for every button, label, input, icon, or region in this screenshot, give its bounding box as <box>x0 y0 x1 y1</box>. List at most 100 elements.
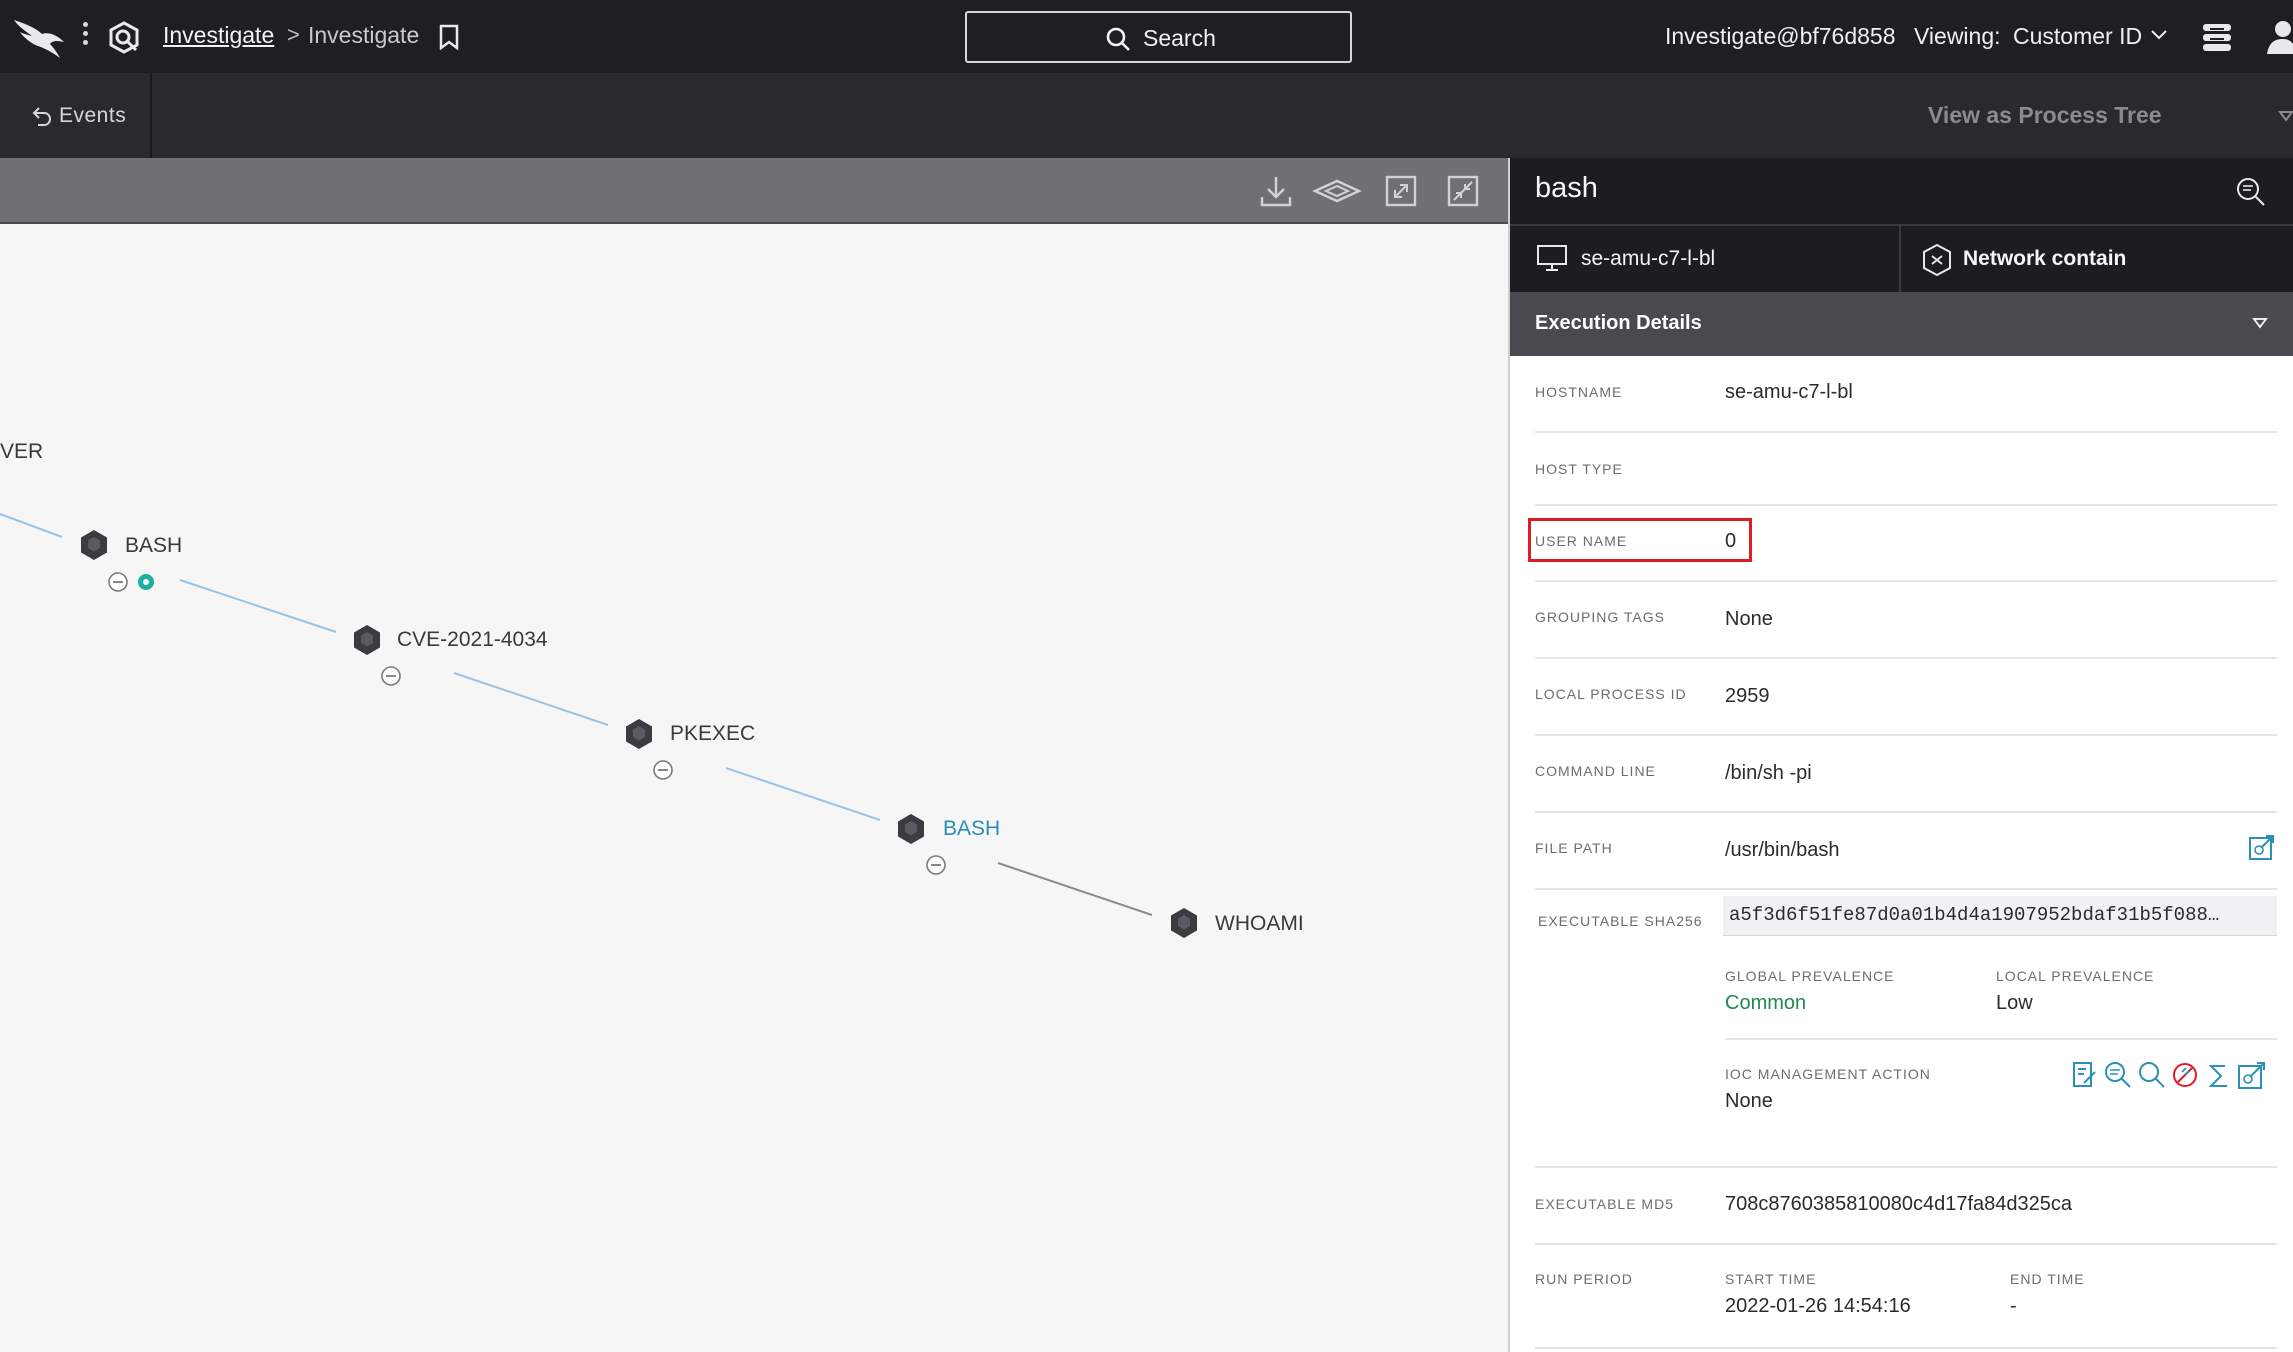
field-label: RUN PERIOD <box>1535 1271 1633 1287</box>
graph-edge <box>725 767 881 821</box>
person-icon[interactable] <box>2265 18 2293 56</box>
more-menu-icon[interactable] <box>78 22 92 52</box>
events-back-button[interactable]: Events <box>0 73 152 158</box>
field-row-file-path: FILE PATH /usr/bin/bash <box>1535 813 2277 890</box>
process-node-bash-selected[interactable] <box>898 814 924 844</box>
user-account[interactable]: Investigate@bf76d858 <box>1665 23 1896 50</box>
local-prevalence-value: Low <box>1996 992 2033 1014</box>
external-link-icon[interactable] <box>2248 833 2276 861</box>
field-value: /usr/bin/bash <box>1725 839 1840 861</box>
process-details-panel: bash se-amu-c7-l-bl Network contain Exec… <box>1508 158 2293 1352</box>
back-arrow-icon <box>32 107 52 126</box>
global-prevalence-label: GLOBAL PREVALENCE <box>1725 968 1895 984</box>
field-label: EXECUTABLE SHA256 <box>1538 913 1703 929</box>
bookmark-icon[interactable] <box>438 24 460 50</box>
field-label: GROUPING TAGS <box>1535 609 1665 625</box>
top-navigation-bar: Investigate > Investigate Search Investi… <box>0 0 2293 73</box>
field-row-local-process-id: LOCAL PROCESS ID 2959 <box>1535 659 2277 736</box>
process-graph <box>0 513 1197 938</box>
ioc-action-icons <box>2071 1060 2271 1094</box>
global-prevalence-value: Common <box>1725 992 1807 1014</box>
breadcrumb-investigate-link[interactable]: Investigate <box>163 22 274 49</box>
monitor-icon <box>1537 245 1567 271</box>
field-row-command-line: COMMAND LINE /bin/sh -pi <box>1535 736 2277 813</box>
graph-edge <box>453 672 609 726</box>
graph-edge <box>0 513 63 538</box>
process-node-whoami[interactable] <box>1171 908 1197 938</box>
collapse-node-icon[interactable] <box>108 572 128 592</box>
collapse-node-icon[interactable] <box>653 760 673 780</box>
viewing-label: Viewing: <box>1914 23 2001 49</box>
process-node-cve-2021-4034[interactable] <box>354 625 380 655</box>
search-button[interactable]: Search <box>965 11 1352 63</box>
expand-icon[interactable] <box>1382 172 1420 210</box>
end-time-label: END TIME <box>2010 1271 2085 1287</box>
local-prevalence-label: LOCAL PREVALENCE <box>1996 968 2155 984</box>
node-label[interactable]: VER <box>0 440 43 464</box>
field-label: LOCAL PROCESS ID <box>1535 686 1687 702</box>
search-icon[interactable] <box>2137 1060 2167 1090</box>
process-graph-canvas[interactable]: VER BASH CVE-2021-4034 PKEXEC BASH WHOAM… <box>0 224 1508 1352</box>
network-contain-label: Network contain <box>1963 247 2127 270</box>
search-label: Search <box>1143 25 1216 51</box>
node-label[interactable]: PKEXEC <box>670 722 755 746</box>
host-button[interactable]: se-amu-c7-l-bl <box>1510 226 1901 292</box>
graph-edge <box>997 862 1153 916</box>
field-value: None <box>1725 608 1773 630</box>
view-as-process-tree-button[interactable]: View as Process Tree <box>1928 102 2162 129</box>
field-row-host-type: HOST TYPE <box>1535 433 2277 506</box>
layers-icon[interactable] <box>1312 172 1362 210</box>
start-time-value: 2022-01-26 14:54:16 <box>1725 1295 1911 1317</box>
external-link-icon[interactable] <box>2237 1060 2267 1090</box>
graph-edge <box>179 579 337 633</box>
stack-icon[interactable] <box>2200 20 2234 54</box>
customer-selector[interactable]: Customer ID <box>2013 23 2142 50</box>
sha256-value: a5f3d6f51fe87d0a01b4d4a1907952bdaf31b5f0… <box>1729 904 2220 926</box>
node-label-selected[interactable]: BASH <box>943 817 1000 841</box>
zoom-search-icon[interactable] <box>2235 176 2267 208</box>
collapse-node-icon[interactable] <box>926 855 946 875</box>
detection-indicator-icon[interactable] <box>138 574 154 590</box>
investigate-icon[interactable] <box>106 20 142 56</box>
field-label: EXECUTABLE MD5 <box>1535 1196 1674 1212</box>
secondary-toolbar: Events View as Process Tree <box>0 73 2293 158</box>
highlight-box <box>1528 518 1752 562</box>
field-row-run-period: RUN PERIOD START TIME 2022-01-26 14:54:1… <box>1535 1245 2277 1349</box>
graph-toolbar <box>0 158 1508 224</box>
network-contain-icon <box>1923 243 1951 277</box>
search-icon <box>1106 27 1130 51</box>
node-label[interactable]: WHOAMI <box>1215 912 1304 936</box>
download-icon[interactable] <box>1257 172 1295 210</box>
end-time-value: - <box>2010 1295 2017 1317</box>
edit-ioc-icon[interactable] <box>2071 1060 2099 1090</box>
section-title: Execution Details <box>1535 312 1702 334</box>
sha256-value-box[interactable]: a5f3d6f51fe87d0a01b4d4a1907952bdaf31b5f0… <box>1723 896 2277 936</box>
falcon-logo-icon[interactable] <box>12 14 68 58</box>
block-hash-icon[interactable] <box>2171 1060 2201 1090</box>
field-row-grouping-tags: GROUPING TAGS None <box>1535 582 2277 659</box>
field-value: 2959 <box>1725 685 1770 707</box>
node-label[interactable]: CVE-2021-4034 <box>397 628 548 652</box>
ioc-management-value: None <box>1725 1090 1773 1112</box>
field-label: FILE PATH <box>1535 840 1613 856</box>
process-node-pkexec[interactable] <box>626 719 652 749</box>
chevron-down-icon[interactable] <box>2252 316 2268 330</box>
chevron-down-icon[interactable] <box>2150 28 2168 42</box>
field-row-executable-md5: EXECUTABLE MD5 708c8760385810080c4d17fa8… <box>1535 1168 2277 1245</box>
events-label: Events <box>59 104 127 127</box>
sigma-icon[interactable] <box>2205 1062 2233 1090</box>
process-node-bash[interactable] <box>81 530 107 560</box>
panel-header: bash <box>1510 158 2293 224</box>
breadcrumb-separator: > <box>287 22 300 47</box>
node-label[interactable]: BASH <box>125 534 182 558</box>
field-label: HOST TYPE <box>1535 461 1623 477</box>
collapse-icon[interactable] <box>1444 172 1482 210</box>
collapse-node-icon[interactable] <box>381 666 401 686</box>
execution-details-header[interactable]: Execution Details <box>1510 292 2293 356</box>
search-list-icon[interactable] <box>2103 1060 2133 1090</box>
field-label: COMMAND LINE <box>1535 763 1656 779</box>
host-label: se-amu-c7-l-bl <box>1581 247 1716 270</box>
chevron-down-icon[interactable] <box>2278 109 2293 123</box>
network-contain-button[interactable]: Network contain <box>1903 226 2293 292</box>
panel-actions: se-amu-c7-l-bl Network contain <box>1510 224 2293 292</box>
